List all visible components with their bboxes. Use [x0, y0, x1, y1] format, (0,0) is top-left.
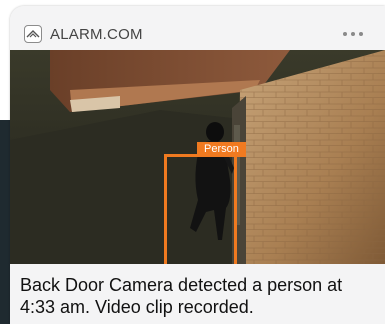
notification-header: ALARM.COM — [10, 6, 385, 50]
more-dots-icon — [343, 32, 347, 36]
more-dot — [359, 32, 363, 36]
notification-message: Back Door Camera detected a person at 4:… — [20, 275, 343, 317]
person-detection-box — [164, 154, 237, 264]
alarm-com-logo-icon — [24, 25, 42, 43]
notification-card[interactable]: ALARM.COM Person Back Door Camera detect… — [10, 6, 385, 324]
detection-label: Person — [197, 142, 246, 157]
app-name: ALARM.COM — [50, 26, 143, 43]
more-options-button[interactable] — [335, 24, 371, 44]
more-dot — [351, 32, 355, 36]
screen: ALARM.COM Person Back Door Camera detect… — [0, 0, 385, 324]
camera-snapshot[interactable]: Person — [10, 50, 385, 264]
